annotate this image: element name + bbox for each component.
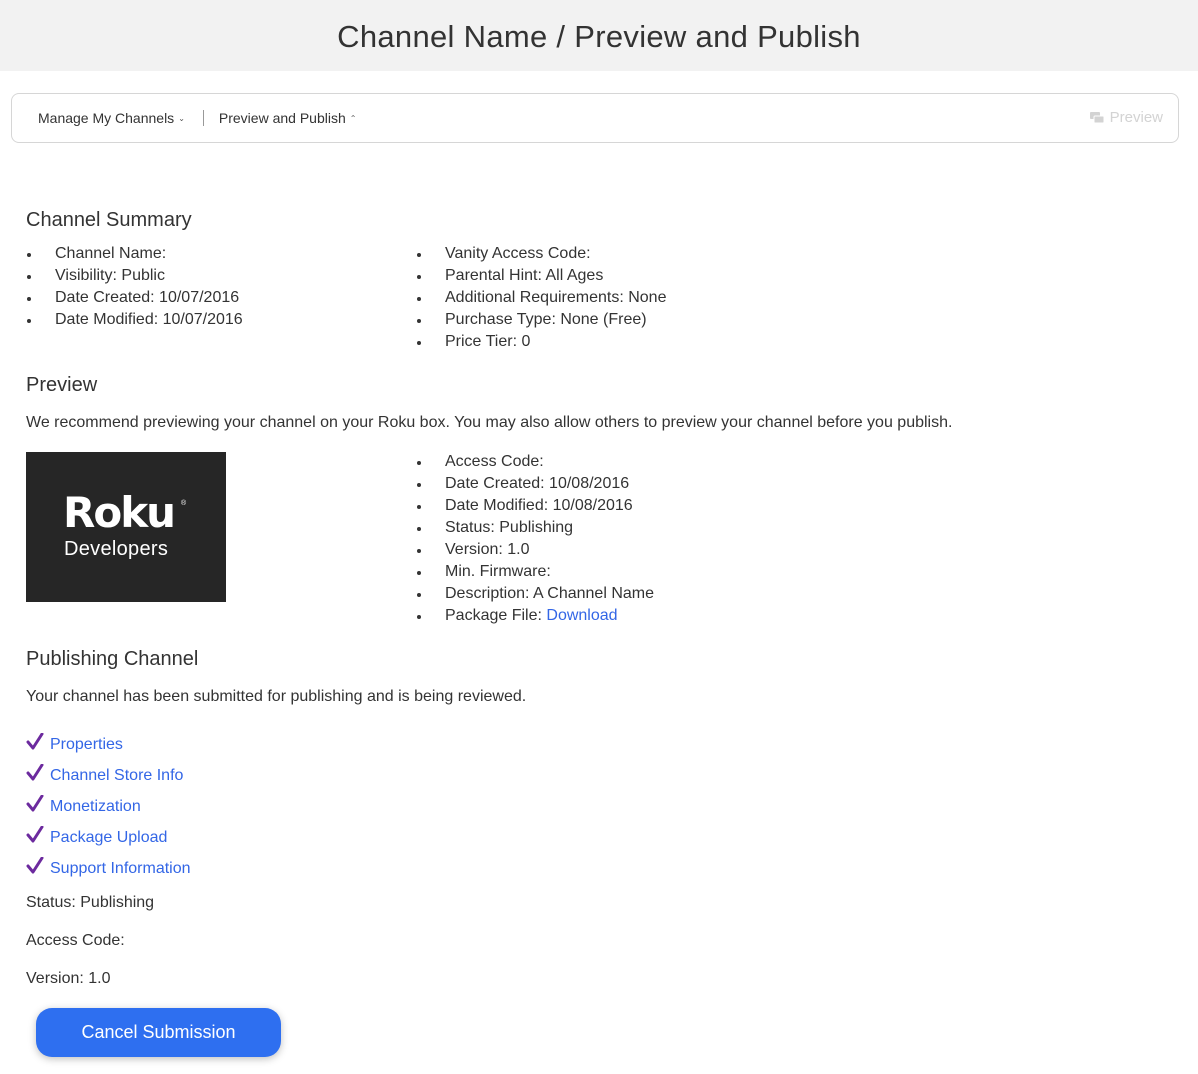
step-link-channel-store-info[interactable]: Channel Store Info bbox=[50, 767, 183, 785]
list-item: Access Code: bbox=[416, 451, 654, 473]
list-item: Channel Store Info bbox=[26, 760, 191, 791]
preview-button-label: Preview bbox=[1109, 109, 1163, 126]
list-item: Status: Publishing bbox=[416, 517, 654, 539]
step-link-support-information[interactable]: Support Information bbox=[50, 860, 191, 878]
list-item: Parental Hint: All Ages bbox=[416, 265, 666, 287]
subnav-bar: Manage My Channels ⌄ Preview and Publish… bbox=[11, 93, 1179, 143]
nav-divider bbox=[202, 110, 204, 126]
list-item: Date Created: 10/08/2016 bbox=[416, 473, 654, 495]
list-item: Description: A Channel Name bbox=[416, 583, 654, 605]
publishing-access-code: Access Code: bbox=[26, 932, 125, 949]
list-item: Price Tier: 0 bbox=[416, 331, 666, 353]
publishing-channel-heading: Publishing Channel bbox=[26, 648, 199, 670]
checkmark-icon bbox=[26, 825, 44, 842]
manage-channels-menu[interactable]: Manage My Channels ⌄ bbox=[38, 110, 185, 126]
completed-steps-list: Properties Channel Store Info Monetizati… bbox=[26, 729, 191, 884]
list-item: Date Created: 10/07/2016 bbox=[26, 287, 243, 309]
list-item: Vanity Access Code: bbox=[416, 243, 666, 265]
step-link-properties[interactable]: Properties bbox=[50, 736, 123, 754]
list-item: Min. Firmware: bbox=[416, 561, 654, 583]
list-item: Visibility: Public bbox=[26, 265, 243, 287]
list-item: Channel Name: bbox=[26, 243, 243, 265]
page-header: Channel Name / Preview and Publish bbox=[0, 0, 1198, 71]
list-item: Version: 1.0 bbox=[416, 539, 654, 561]
chevron-down-icon: ⌄ bbox=[178, 113, 185, 123]
list-item: Date Modified: 10/08/2016 bbox=[416, 495, 654, 517]
manage-channels-label: Manage My Channels bbox=[38, 110, 175, 126]
list-item: Package File: Download bbox=[416, 605, 654, 627]
step-link-package-upload[interactable]: Package Upload bbox=[50, 829, 167, 847]
channel-summary-heading: Channel Summary bbox=[26, 209, 192, 231]
publishing-message: Your channel has been submitted for publ… bbox=[26, 688, 527, 705]
list-item: Support Information bbox=[26, 853, 191, 884]
download-link[interactable]: Download bbox=[546, 607, 617, 624]
summary-left-list: Channel Name: Visibility: Public Date Cr… bbox=[26, 243, 243, 331]
publishing-version: Version: 1.0 bbox=[26, 970, 111, 987]
checkmark-icon bbox=[26, 732, 44, 749]
preview-description: We recommend previewing your channel on … bbox=[26, 414, 953, 431]
list-item: Purchase Type: None (Free) bbox=[416, 309, 666, 331]
page-title: Channel Name / Preview and Publish bbox=[337, 18, 861, 54]
trademark-icon: ® bbox=[181, 500, 187, 507]
preview-details-list: Access Code: Date Created: 10/08/2016 Da… bbox=[416, 451, 654, 627]
checkmark-icon bbox=[26, 856, 44, 873]
channel-logo-image: Roku ® Developers bbox=[26, 452, 226, 602]
publishing-status: Status: Publishing bbox=[26, 894, 155, 911]
list-item: Properties bbox=[26, 729, 191, 760]
chevron-up-icon: ⌃ bbox=[349, 113, 357, 123]
preview-publish-menu[interactable]: Preview and Publish ⌃ bbox=[219, 110, 357, 126]
summary-right-list: Vanity Access Code: Parental Hint: All A… bbox=[416, 243, 666, 353]
checkmark-icon bbox=[26, 763, 44, 780]
cancel-submission-button[interactable]: Cancel Submission bbox=[36, 1008, 281, 1057]
preview-heading: Preview bbox=[26, 374, 98, 396]
preview-button[interactable]: Preview bbox=[1089, 109, 1163, 126]
preview-publish-label: Preview and Publish bbox=[218, 110, 346, 126]
step-link-monetization[interactable]: Monetization bbox=[50, 798, 141, 816]
roku-logo-subtext: Developers bbox=[64, 538, 169, 560]
checkmark-icon bbox=[26, 794, 44, 811]
package-file-label: Package File: bbox=[445, 607, 542, 624]
list-item: Monetization bbox=[26, 791, 191, 822]
list-item: Additional Requirements: None bbox=[416, 287, 666, 309]
list-item: Date Modified: 10/07/2016 bbox=[26, 309, 243, 331]
chat-bubble-icon bbox=[1089, 111, 1104, 123]
list-item: Package Upload bbox=[26, 822, 191, 853]
roku-logo-text: Roku bbox=[63, 488, 176, 537]
